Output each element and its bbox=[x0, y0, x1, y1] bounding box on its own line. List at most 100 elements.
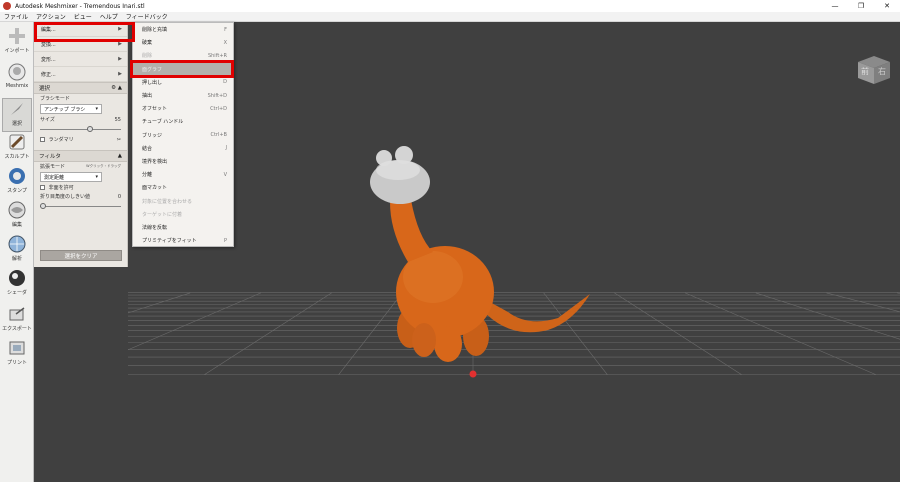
select-panel: 編集... ▶ 変換... ▶ 変形... ▶ 修正... ▶ 選択 ⚙ ▲ ブ… bbox=[34, 22, 128, 267]
model-leg bbox=[412, 323, 436, 357]
tools-icon[interactable]: ✂ bbox=[117, 137, 121, 143]
menu-help[interactable]: ヘルプ bbox=[100, 12, 118, 21]
select-section-title: 選択 bbox=[39, 86, 51, 92]
chevron-down-icon: ▾ bbox=[95, 106, 98, 112]
brush-mode-row: ブラシモード bbox=[34, 94, 127, 103]
tool-shader-label: シェーダ bbox=[6, 290, 27, 296]
pivot-point[interactable] bbox=[469, 370, 477, 378]
filter-section-title: フィルタ bbox=[39, 154, 61, 160]
highlight-edit-menu bbox=[34, 22, 135, 42]
chevron-right-icon: ▶ bbox=[118, 71, 122, 77]
sculpt-icon bbox=[7, 132, 27, 152]
angle-slider[interactable] bbox=[40, 203, 121, 210]
window-title: Autodesk Meshmixer - Tremendous Inari.st… bbox=[15, 2, 145, 10]
brush-mode-select[interactable]: アンチップ ブラシ ▾ bbox=[40, 104, 102, 114]
allow-checkbox[interactable] bbox=[40, 185, 45, 190]
tool-analysis-label: 解析 bbox=[11, 256, 22, 262]
angle-slider-track bbox=[40, 206, 121, 207]
chevron-down-icon: ▾ bbox=[95, 174, 98, 180]
tool-edit[interactable]: 編集 bbox=[2, 200, 32, 234]
tool-export[interactable]: エクスポート bbox=[2, 304, 32, 338]
brush-mode-label: ブラシモード bbox=[40, 96, 70, 102]
3d-viewport[interactable]: 前 右 bbox=[0, 22, 900, 482]
model-head-highlight bbox=[376, 160, 420, 180]
random-row: ランダマリ ✂ bbox=[34, 135, 127, 144]
edit-icon bbox=[7, 200, 27, 220]
restore-icon[interactable]: ❐ bbox=[848, 0, 874, 12]
angle-value: 0 bbox=[117, 193, 121, 200]
select-icon bbox=[7, 99, 27, 119]
size-slider[interactable] bbox=[40, 126, 121, 133]
meshmix-icon bbox=[7, 62, 27, 82]
clear-selection-button[interactable]: 選択をクリア bbox=[40, 250, 122, 261]
size-value: 55 bbox=[114, 116, 121, 123]
filter-section-header[interactable]: フィルタ ▲ bbox=[34, 150, 127, 162]
tool-import-label: インポート bbox=[4, 48, 30, 54]
highlight-submenu-item bbox=[130, 60, 234, 78]
chevron-right-icon: ▶ bbox=[118, 56, 122, 62]
allow-label: 非面を許可 bbox=[48, 185, 74, 191]
title-bar: Autodesk Meshmixer - Tremendous Inari.st… bbox=[0, 0, 900, 12]
tool-print-label: プリント bbox=[6, 360, 27, 366]
tool-export-label: エクスポート bbox=[2, 326, 32, 332]
tool-bar: インポート Meshmix 選択 スカルプト スタンプ 編集 解析 シェーダ エ… bbox=[0, 22, 34, 482]
grid-line bbox=[69, 292, 261, 376]
grid-line bbox=[204, 292, 332, 375]
expand-mode-select[interactable]: 測定距離 ▾ bbox=[40, 172, 102, 182]
menu-view[interactable]: ビュー bbox=[74, 12, 92, 21]
angle-row: 折り目角度のしきい値 0 bbox=[34, 192, 127, 201]
tool-analysis[interactable]: 解析 bbox=[2, 234, 32, 268]
brush-mode-value: アンチップ ブラシ bbox=[44, 106, 86, 113]
angle-slider-handle[interactable] bbox=[40, 203, 46, 209]
expand-mode-row: 拡張モード Wクリック・ドラッグ bbox=[34, 162, 127, 171]
expand-mode-label: 拡張モード bbox=[40, 164, 66, 170]
grid-line bbox=[826, 292, 900, 313]
model-leg bbox=[434, 326, 462, 362]
tool-select-label: 選択 bbox=[11, 121, 22, 127]
tool-select[interactable]: 選択 bbox=[2, 98, 32, 132]
menu-bar: ファイル アクション ビュー ヘルプ フィードバック bbox=[0, 12, 900, 22]
grid-line bbox=[685, 292, 877, 376]
angle-label: 折り目角度のしきい値 bbox=[40, 194, 91, 200]
panel-menu-deform-label: 変形... bbox=[41, 56, 56, 63]
meshmixer-logo-icon bbox=[3, 2, 11, 10]
panel-menu-modify[interactable]: 修正... ▶ bbox=[34, 67, 127, 82]
collapse-icon[interactable]: ▲ bbox=[118, 85, 122, 91]
minimize-icon[interactable]: — bbox=[822, 0, 848, 12]
close-icon[interactable]: ✕ bbox=[874, 0, 900, 12]
stamp-icon bbox=[7, 166, 27, 186]
menu-actions[interactable]: アクション bbox=[36, 12, 66, 21]
tool-edit-label: 編集 bbox=[11, 222, 22, 228]
size-row: サイズ 55 bbox=[34, 115, 127, 124]
cube-front-label: 前 bbox=[861, 67, 869, 76]
collapse-icon[interactable]: ▲ bbox=[118, 153, 122, 159]
select-section-header[interactable]: 選択 ⚙ ▲ bbox=[34, 82, 127, 94]
allow-row: 非面を許可 bbox=[34, 183, 127, 192]
tool-import[interactable]: インポート bbox=[2, 26, 32, 60]
scene-canvas bbox=[0, 146, 900, 378]
tool-shader[interactable]: シェーダ bbox=[2, 268, 32, 302]
grid-line bbox=[338, 292, 403, 375]
expand-mode-value: 測定距離 bbox=[44, 174, 65, 181]
tool-meshmix[interactable]: Meshmix bbox=[2, 62, 32, 96]
panel-menu-deform[interactable]: 変形... ▶ bbox=[34, 52, 127, 67]
view-cube[interactable]: 前 右 bbox=[856, 54, 892, 84]
tool-sculpt[interactable]: スカルプト bbox=[2, 132, 32, 166]
tool-print[interactable]: プリント bbox=[2, 338, 32, 372]
dinosaur-model[interactable] bbox=[370, 146, 590, 362]
print-icon bbox=[7, 338, 27, 358]
analysis-icon bbox=[7, 234, 27, 254]
window-controls: — ❐ ✕ bbox=[822, 0, 900, 12]
tool-stamp[interactable]: スタンプ bbox=[2, 166, 32, 200]
cube-right-label: 右 bbox=[878, 67, 886, 76]
grid-line bbox=[0, 292, 191, 355]
grid-line bbox=[614, 292, 742, 375]
expand-mode-hint: Wクリック・ドラッグ bbox=[86, 164, 121, 168]
settings-icon[interactable]: ⚙ bbox=[111, 85, 116, 91]
random-checkbox[interactable] bbox=[40, 137, 45, 142]
size-slider-handle[interactable] bbox=[87, 126, 94, 132]
grid-line bbox=[755, 292, 900, 340]
menu-file[interactable]: ファイル bbox=[4, 12, 28, 21]
size-slider-track bbox=[40, 129, 121, 130]
menu-feedback[interactable]: フィードバック bbox=[126, 12, 168, 21]
